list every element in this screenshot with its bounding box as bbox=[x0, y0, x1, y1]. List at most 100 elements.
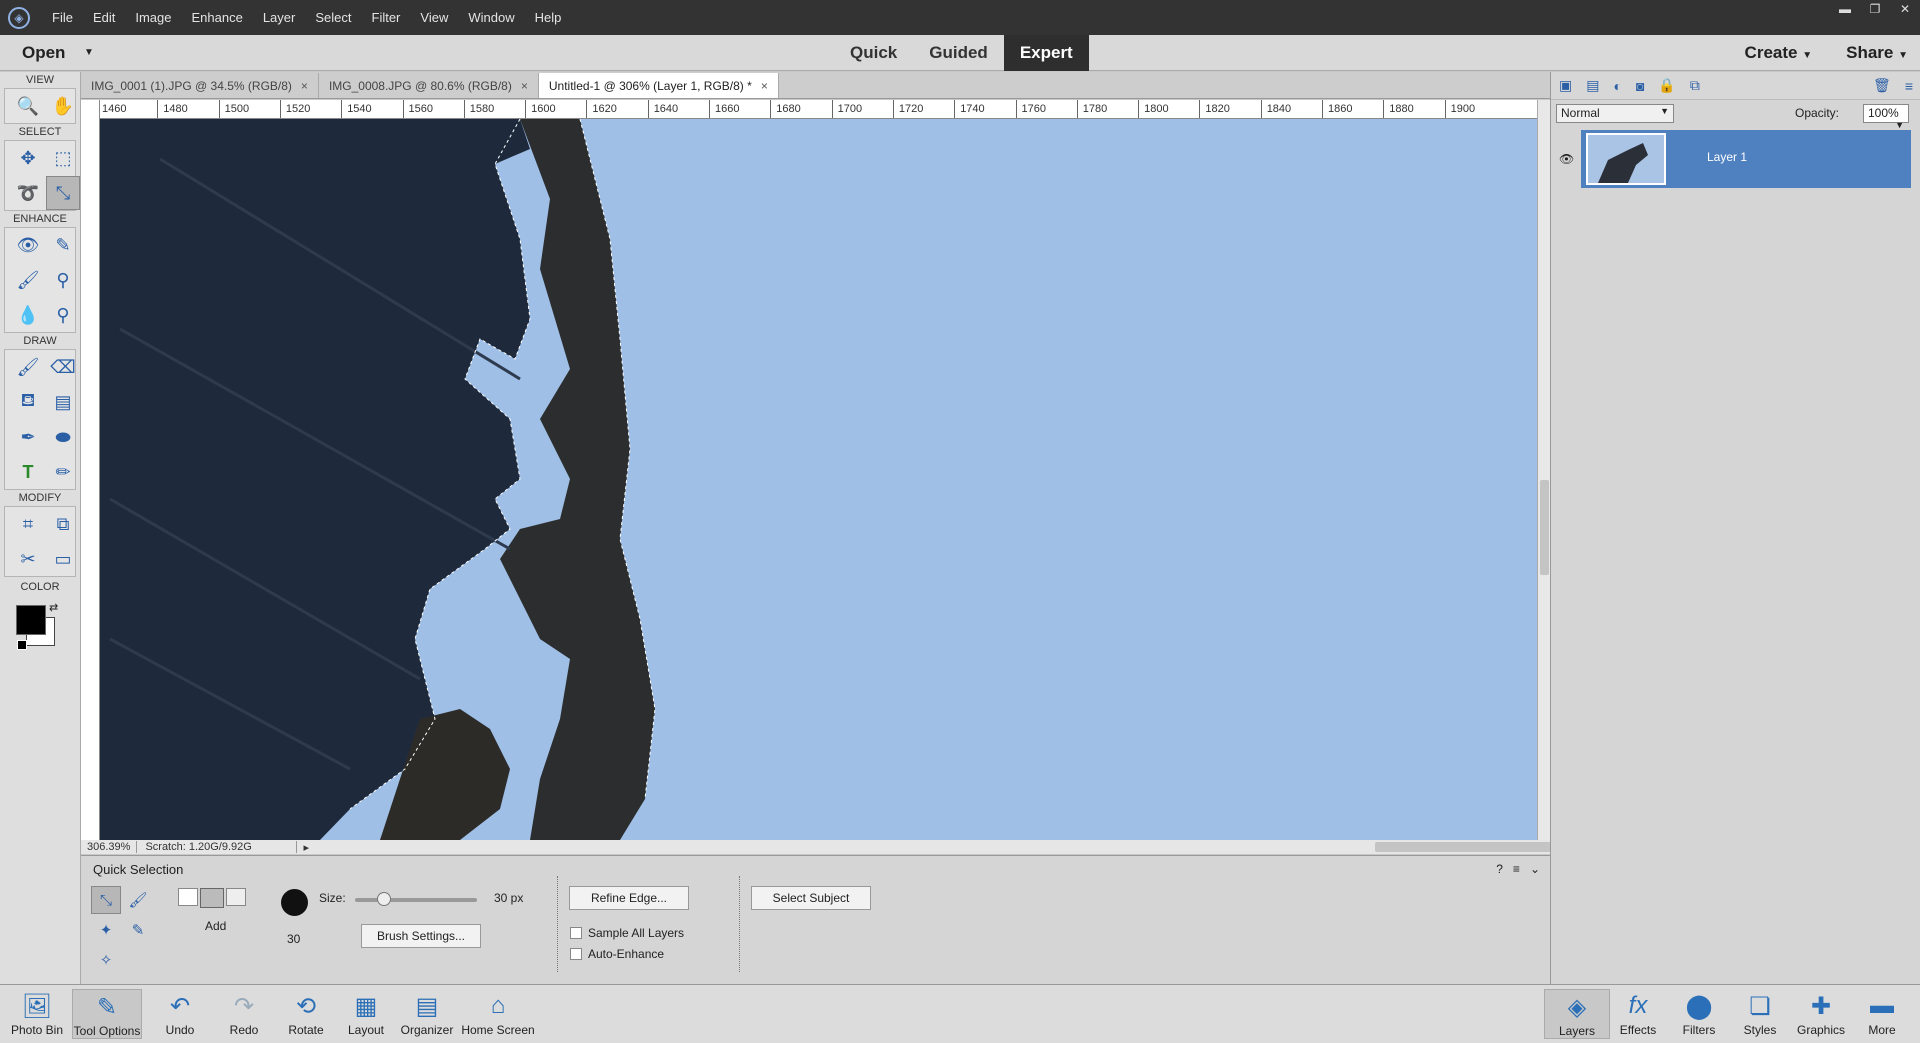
lock-all-icon[interactable]: 🔒 bbox=[1658, 77, 1675, 94]
healing-brush-icon[interactable]: ✎ bbox=[46, 228, 80, 262]
filters-button[interactable]: ⬤ Filters bbox=[1666, 989, 1732, 1038]
document-tab[interactable]: IMG_0001 (1).JPG @ 34.5% (RGB/8) × bbox=[81, 73, 319, 98]
document-tab[interactable]: IMG_0008.JPG @ 80.6% (RGB/8) × bbox=[319, 73, 539, 98]
layer-mask-icon[interactable]: ◙ bbox=[1636, 78, 1644, 94]
brush-preview[interactable] bbox=[281, 889, 308, 916]
document-tab-active[interactable]: Untitled-1 @ 306% (Layer 1, RGB/8) * × bbox=[538, 73, 779, 98]
vertical-scroll-thumb[interactable] bbox=[1540, 480, 1549, 575]
smart-brush-icon[interactable]: 🖌 bbox=[11, 263, 45, 297]
layers-button[interactable]: ◈ Layers bbox=[1544, 989, 1610, 1039]
lasso-tool-icon[interactable]: ➰ bbox=[11, 176, 45, 210]
menu-enhance[interactable]: Enhance bbox=[182, 10, 253, 25]
tool-options-button[interactable]: ✎ Tool Options bbox=[72, 989, 142, 1039]
new-group-icon[interactable]: ▤ bbox=[1586, 77, 1599, 94]
status-menu-arrow-icon[interactable]: ▸ bbox=[297, 841, 315, 854]
undo-button[interactable]: ↶ Undo bbox=[145, 989, 215, 1038]
horizontal-scroll-thumb[interactable] bbox=[1375, 842, 1569, 852]
add-to-selection-icon[interactable] bbox=[200, 888, 224, 908]
shape-tool-icon[interactable]: ⬬ bbox=[46, 420, 80, 454]
blend-mode-select[interactable]: Normal ▼ bbox=[1556, 104, 1674, 123]
swap-colors-icon[interactable]: ⇄ bbox=[49, 601, 58, 614]
image-canvas[interactable] bbox=[100, 119, 1537, 840]
menu-help[interactable]: Help bbox=[525, 10, 572, 25]
gradient-tool-icon[interactable]: ▤ bbox=[46, 385, 80, 419]
redo-button[interactable]: ↷ Redo bbox=[209, 989, 279, 1038]
clone-stamp-icon[interactable]: ⚲ bbox=[46, 263, 80, 297]
default-colors-icon[interactable] bbox=[17, 640, 27, 650]
select-subject-button[interactable]: Select Subject bbox=[751, 886, 871, 910]
magic-wand-variant-icon[interactable]: ✦ bbox=[91, 916, 121, 944]
photo-bin-button[interactable]: 🖼 Photo Bin bbox=[2, 989, 72, 1038]
checkbox-box[interactable] bbox=[570, 948, 582, 960]
auto-selection-variant-icon[interactable]: ✧ bbox=[91, 946, 121, 974]
brush-tool-icon[interactable]: 🖌 bbox=[11, 350, 45, 384]
menu-filter[interactable]: Filter bbox=[362, 10, 411, 25]
new-layer-icon[interactable]: ▣ bbox=[1559, 77, 1572, 94]
paint-bucket-icon[interactable]: ⛾ bbox=[11, 385, 45, 419]
menu-edit[interactable]: Edit bbox=[83, 10, 125, 25]
quick-selection-variant-icon[interactable]: ⤡ bbox=[91, 886, 121, 914]
straighten-tool-icon[interactable]: ▭ bbox=[46, 542, 80, 576]
refine-edge-button[interactable]: Refine Edge... bbox=[569, 886, 689, 910]
selection-brush-variant-icon[interactable]: 🖌 bbox=[123, 886, 153, 914]
horizontal-scrollbar[interactable] bbox=[321, 840, 1569, 854]
blur-tool-icon[interactable]: 💧 bbox=[11, 298, 45, 332]
crop-tool-icon[interactable]: ⌗ bbox=[11, 507, 45, 541]
opacity-field[interactable]: 100% ▼ bbox=[1863, 104, 1909, 130]
zoom-readout[interactable]: 306.39% bbox=[81, 841, 138, 853]
auto-enhance-checkbox[interactable]: Auto-Enhance bbox=[570, 947, 664, 961]
subtract-selection-icon[interactable] bbox=[226, 888, 246, 906]
close-tab-icon[interactable]: × bbox=[301, 79, 308, 93]
menu-view[interactable]: View bbox=[410, 10, 458, 25]
recompose-tool-icon[interactable]: ⧉ bbox=[46, 507, 80, 541]
organizer-button[interactable]: ▤ Organizer bbox=[392, 989, 462, 1038]
share-button[interactable]: Share ▼ bbox=[1846, 43, 1908, 63]
layer-row[interactable]: Layer 1 bbox=[1581, 130, 1911, 188]
move-tool-icon[interactable]: ✥ bbox=[11, 141, 45, 175]
graphics-button[interactable]: ✚ Graphics bbox=[1788, 989, 1854, 1038]
mode-guided-tab[interactable]: Guided bbox=[913, 35, 1004, 71]
close-tab-icon[interactable]: × bbox=[761, 79, 768, 93]
zoom-tool-icon[interactable]: 🔍 bbox=[11, 89, 45, 123]
eyedropper-tool-icon[interactable]: ✒ bbox=[11, 420, 45, 454]
styles-button[interactable]: ❏ Styles bbox=[1727, 989, 1793, 1038]
menu-window[interactable]: Window bbox=[458, 10, 524, 25]
foreground-color-swatch[interactable] bbox=[16, 605, 46, 635]
close-icon[interactable]: ✕ bbox=[1890, 0, 1920, 18]
menu-file[interactable]: File bbox=[42, 10, 83, 25]
delete-layer-icon[interactable]: 🗑 bbox=[1873, 77, 1891, 94]
menu-layer[interactable]: Layer bbox=[253, 10, 306, 25]
sample-all-layers-checkbox[interactable]: Sample All Layers bbox=[570, 926, 684, 940]
size-slider[interactable] bbox=[355, 892, 477, 906]
marquee-tool-icon[interactable]: ⬚ bbox=[46, 141, 80, 175]
size-slider-knob[interactable] bbox=[376, 892, 391, 906]
content-aware-move-icon[interactable]: ✂ bbox=[11, 542, 45, 576]
checkbox-box[interactable] bbox=[570, 927, 582, 939]
brush-settings-button[interactable]: Brush Settings... bbox=[361, 924, 481, 948]
layout-button[interactable]: ▦ Layout bbox=[331, 989, 401, 1038]
pencil-tool-icon[interactable]: ✏ bbox=[46, 455, 80, 489]
mode-expert-tab[interactable]: Expert bbox=[1003, 34, 1089, 71]
more-button[interactable]: ▬ More bbox=[1849, 989, 1915, 1037]
help-icon[interactable]: ? bbox=[1496, 862, 1503, 876]
collapse-panel-icon[interactable]: ⌄ bbox=[1530, 862, 1540, 876]
menu-select[interactable]: Select bbox=[305, 10, 361, 25]
hand-tool-icon[interactable]: ✋ bbox=[46, 89, 80, 123]
panel-menu-icon[interactable]: ≡ bbox=[1513, 862, 1520, 876]
restore-icon[interactable]: ❐ bbox=[1860, 0, 1890, 18]
minimize-icon[interactable]: ▬ bbox=[1830, 0, 1860, 18]
menu-image[interactable]: Image bbox=[125, 10, 181, 25]
layers-panel-menu-icon[interactable]: ≡ bbox=[1905, 78, 1913, 94]
eraser-tool-icon[interactable]: ⌫ bbox=[46, 350, 80, 384]
home-screen-button[interactable]: ⌂ Home Screen bbox=[460, 989, 536, 1037]
open-dropdown-arrow-icon[interactable]: ▼ bbox=[84, 47, 94, 58]
type-tool-icon[interactable]: T bbox=[11, 455, 45, 489]
close-tab-icon[interactable]: × bbox=[521, 79, 528, 93]
create-button[interactable]: Create ▼ bbox=[1745, 43, 1813, 63]
red-eye-tool-icon[interactable]: 👁 bbox=[11, 228, 45, 262]
adjustment-layer-icon[interactable]: ◐ bbox=[1613, 78, 1621, 94]
lock-transparent-icon[interactable]: ⧉ bbox=[1690, 77, 1700, 94]
refine-selection-brush-icon[interactable]: ✎ bbox=[123, 916, 153, 944]
open-button[interactable]: Open bbox=[22, 43, 65, 63]
sponge-tool-icon[interactable]: ⚲ bbox=[46, 298, 80, 332]
